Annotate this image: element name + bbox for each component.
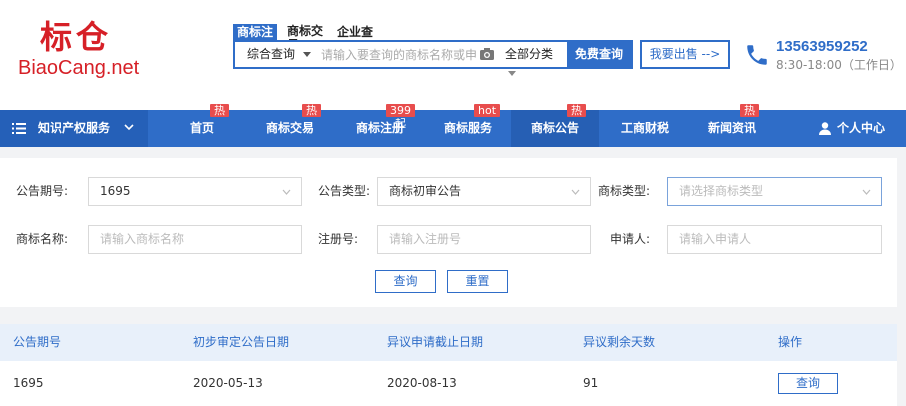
- contact-hours: 8:30-18:00（工作日）: [776, 58, 902, 72]
- chevron-down-icon: [282, 189, 291, 195]
- nav-item-label: 首页: [189, 121, 214, 135]
- chevron-down-icon: [571, 189, 580, 195]
- nav-item-trademark-service[interactable]: 商标服务 hot: [438, 104, 501, 147]
- hot-badge: hot: [474, 104, 501, 117]
- issue-number-value: 1695: [100, 184, 131, 198]
- search-input[interactable]: [317, 42, 477, 67]
- search-tab-trademark-trade[interactable]: 商标交易: [283, 24, 327, 52]
- nav-item-trademark-trade[interactable]: 商标交易 热: [260, 104, 321, 147]
- menu-icon: [12, 123, 26, 134]
- cell-publication-date: 2020-05-13: [193, 376, 263, 390]
- reset-button[interactable]: 重置: [447, 270, 508, 293]
- nav-category-menu[interactable]: 知识产权服务: [0, 110, 148, 147]
- search-tab-trademark-registration[interactable]: 商标注: [233, 24, 278, 40]
- chevron-down-icon: [862, 189, 871, 195]
- trademark-name-input[interactable]: 请输入商标名称: [88, 225, 302, 254]
- user-center-link[interactable]: 个人中心: [837, 110, 885, 147]
- search-box: 综合查询 全部分类 免费查询: [233, 40, 633, 69]
- issue-number-label: 公告期号:: [15, 184, 68, 198]
- applicant-input[interactable]: 请输入申请人: [667, 225, 882, 254]
- search-tabs: 商标注 商标交易 企业查: [233, 24, 383, 52]
- nav-item-label: 商标公告: [530, 121, 579, 135]
- camera-icon[interactable]: [479, 47, 495, 61]
- nav-item-trademark-registration[interactable]: 商标注册 399起: [350, 104, 415, 147]
- logo-english-text: BiaoCang.net: [18, 57, 140, 79]
- caret-down-icon: [303, 52, 311, 57]
- price-badge: 399起: [386, 104, 415, 130]
- column-header-publication-date: 初步审定公告日期: [193, 335, 290, 349]
- column-header-issue: 公告期号: [13, 335, 62, 349]
- nav-item-label: 商标服务: [443, 121, 492, 135]
- column-header-action: 操作: [778, 335, 803, 349]
- nav-item-business-tax[interactable]: 工商财税: [615, 110, 675, 147]
- phone-icon: [747, 45, 767, 65]
- announcement-type-value: 商标初审公告: [389, 184, 462, 198]
- hot-badge: 热: [210, 104, 229, 117]
- nav-item-label: 工商财税: [620, 121, 669, 135]
- free-search-button[interactable]: 免费查询: [567, 42, 631, 67]
- query-button[interactable]: 查询: [375, 270, 436, 293]
- column-header-days-left: 异议剩余天数: [583, 335, 656, 349]
- sell-trademark-button[interactable]: 我要出售 -->: [640, 40, 730, 69]
- cell-objection-deadline: 2020-08-13: [387, 376, 457, 390]
- search-category-select[interactable]: 全部分类: [505, 42, 567, 67]
- cell-issue: 1695: [13, 376, 44, 390]
- column-header-objection-deadline: 异议申请截止日期: [387, 335, 484, 349]
- site-logo[interactable]: 标仓 BiaoCang.net: [18, 18, 158, 88]
- dropdown-arrow-icon[interactable]: [508, 71, 516, 76]
- hot-badge: 热: [567, 104, 586, 117]
- chevron-down-icon: [124, 124, 134, 131]
- nav-item-home[interactable]: 首页 热: [178, 104, 229, 147]
- trademark-type-label: 商标类型:: [597, 184, 650, 198]
- issue-number-select[interactable]: 1695: [88, 177, 302, 206]
- nav-category-label: 知识产权服务: [38, 121, 111, 135]
- trademark-type-select[interactable]: 请选择商标类型: [667, 177, 882, 206]
- search-tab-company-lookup[interactable]: 企业查: [333, 24, 377, 40]
- nav-item-label: 商标交易: [265, 121, 314, 135]
- results-table-header: 公告期号 初步审定公告日期 异议申请截止日期 异议剩余天数 操作: [0, 324, 897, 361]
- hot-badge: 热: [740, 104, 759, 117]
- trademark-name-label: 商标名称:: [15, 232, 68, 246]
- table-row: 1695 2020-05-13 2020-08-13 91 查询: [0, 361, 897, 406]
- user-icon[interactable]: [819, 122, 831, 135]
- registration-number-input[interactable]: 请输入注册号: [377, 225, 591, 254]
- site-header: 标仓 BiaoCang.net 商标注 商标交易 企业查 综合查询 全部分类 免…: [0, 0, 906, 110]
- nav-item-label: 新闻资讯: [707, 121, 756, 135]
- announcement-type-select[interactable]: 商标初审公告: [377, 177, 591, 206]
- announcement-type-label: 公告类型:: [317, 184, 370, 198]
- row-query-button[interactable]: 查询: [778, 373, 838, 394]
- hot-badge: 热: [302, 104, 321, 117]
- applicant-label: 申请人:: [609, 232, 650, 246]
- cell-days-left: 91: [583, 376, 599, 390]
- nav-item-trademark-announcement[interactable]: 商标公告 热: [511, 104, 599, 147]
- nav-item-news[interactable]: 新闻资讯 热: [702, 104, 762, 147]
- trademark-type-placeholder: 请选择商标类型: [679, 184, 764, 198]
- logo-chinese-text: 标仓: [40, 18, 113, 56]
- contact-phone: 13563959252: [776, 38, 868, 55]
- main-nav: 知识产权服务 首页 热 商标交易 热 商标注册 399起 商标服务 hot 商标…: [0, 104, 906, 147]
- registration-number-label: 注册号:: [317, 232, 358, 246]
